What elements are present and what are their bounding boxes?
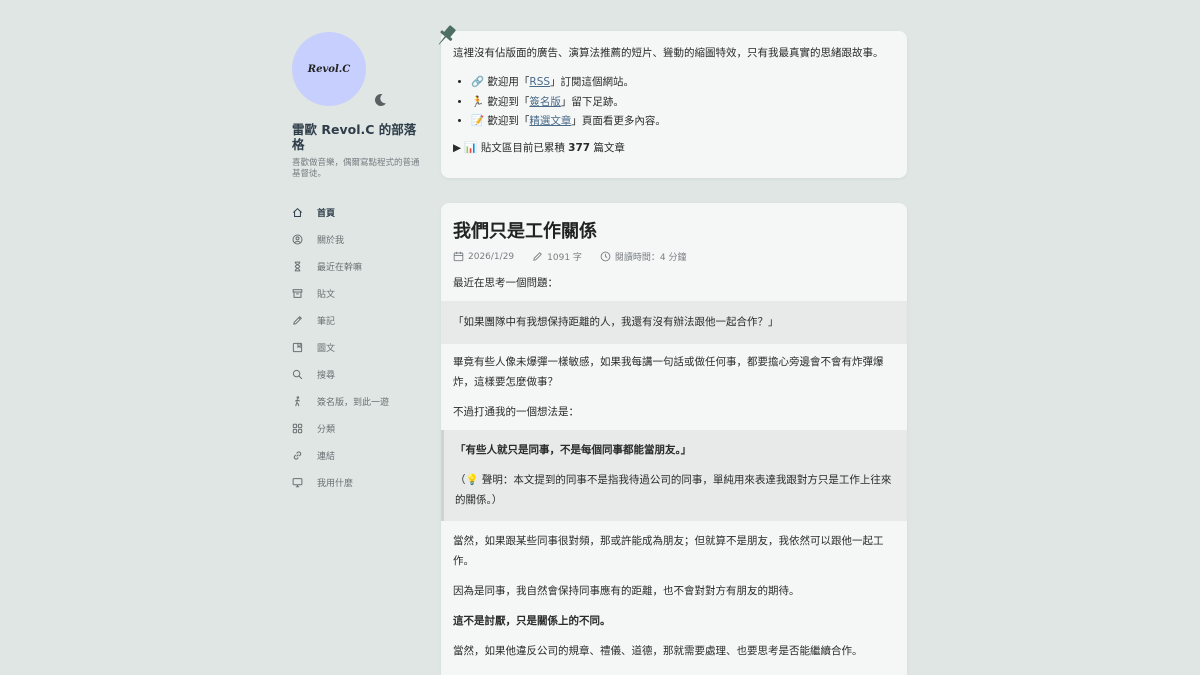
featured-link[interactable]: 精選文章: [529, 115, 571, 127]
sidebar-item-links[interactable]: 連結: [292, 442, 422, 469]
sidebar-item-label: 筆記: [317, 317, 336, 327]
sidebar-item-home[interactable]: 首頁: [292, 199, 422, 226]
quote-text: 「如果團隊中有我想保持距離的人，我還有沒有辦法跟他一起合作？」: [453, 316, 779, 328]
sidebar-item-search[interactable]: 搜尋: [292, 361, 422, 388]
summary-prefix: 📊 貼文區目前已累積: [464, 141, 569, 154]
sidebar-item-label: 分類: [317, 425, 336, 435]
list-item-text: 歡迎到「: [484, 95, 530, 108]
paragraph: 不過打通我的一個想法是：: [453, 406, 579, 418]
list-item: 🔗 歡迎用「RSS」訂閱這個網站。: [471, 73, 895, 93]
list-item: 🏃 歡迎到「簽名版」留下足跡。: [471, 93, 895, 113]
post-meta: 2026/1/29 1091 字 閱讀時間：4 分鐘: [441, 250, 907, 263]
sidebar-item-label: 關於我: [317, 236, 345, 246]
avatar-text: Revol.C: [307, 63, 351, 75]
sidebar-nav: 首頁 關於我 最近在幹嘛 貼文 筆記 圖文 搜尋 簽名版，到此一遊 分類 連結 …: [292, 199, 422, 496]
sidebar-item-now[interactable]: 最近在幹嘛: [292, 253, 422, 280]
sidebar-item-label: 搜尋: [317, 371, 336, 381]
sidebar-item-notes[interactable]: 筆記: [292, 307, 422, 334]
site-description: 喜歡做音樂，偶爾寫點程式的普通基督徒。: [292, 158, 420, 179]
search-icon: [292, 369, 303, 380]
pencil-icon: [533, 252, 543, 261]
link-icon: [293, 451, 302, 460]
rss-link[interactable]: RSS: [529, 76, 550, 88]
intro-card: 這裡沒有佔版面的廣告、演算法推薦的短片、聳動的縮圖特效，只有我最真實的思緒跟故事…: [438, 25, 907, 178]
sidebar-item-label: 簽名版，到此一遊: [317, 398, 390, 408]
clock-icon: [600, 251, 611, 262]
sidebar-item-gallery[interactable]: 圖文: [292, 334, 422, 361]
list-item: 📝 歡迎到「精選文章」頁面看更多內容。: [471, 112, 895, 132]
avatar[interactable]: Revol.C: [292, 32, 366, 106]
photo-icon: [292, 342, 303, 353]
memo-emoji-icon: 📝: [471, 115, 485, 127]
monitor-icon: [292, 478, 303, 488]
list-item-text: 」訂閱這個網站。: [550, 76, 635, 88]
sidebar: Revol.C 雷歐 Revol.C 的部落格 喜歡做音樂，偶爾寫點程式的普通基…: [292, 32, 422, 496]
intro-list: 🔗 歡迎用「RSS」訂閱這個網站。 🏃 歡迎到「簽名版」留下足跡。 📝 歡迎到「…: [453, 73, 895, 132]
post-word-count: 1091 字: [547, 253, 582, 263]
paragraph: 畢竟有些人像未爆彈一樣敏感，如果我每講一句話或做任何事，都要擔心旁邊會不會有炸彈…: [453, 356, 884, 388]
post-title[interactable]: 我們只是工作關係: [441, 219, 907, 245]
runner-emoji-icon: 🏃: [471, 95, 485, 108]
sidebar-item-label: 連結: [317, 452, 336, 462]
calendar-icon: [453, 251, 464, 262]
disclosure-triangle-icon: ▶: [453, 141, 465, 154]
paragraph: 因為是同事，我自然會保持同事應有的距離，也不會對對方有朋友的期待。: [453, 585, 800, 597]
link-emoji-icon: 🔗: [471, 76, 485, 88]
post-card: 我們只是工作關係 2026/1/29 1091 字 閱讀時間：4 分鐘 最近在思…: [441, 203, 907, 675]
walk-icon: [295, 396, 300, 407]
list-item-text: 」頁面看更多內容。: [571, 115, 666, 127]
post-count-summary[interactable]: ▶ 📊 貼文區目前已累積 377 篇文章: [453, 141, 895, 155]
sidebar-item-categories[interactable]: 分類: [292, 415, 422, 442]
quote-text: 「有些人就只是同事，不是每個同事都能當朋友。」: [455, 444, 692, 456]
sidebar-item-label: 圖文: [317, 344, 336, 354]
pin-icon: [438, 25, 456, 45]
sidebar-item-label: 貼文: [317, 290, 336, 300]
post-read-time: 閱讀時間：4 分鐘: [614, 253, 687, 263]
hourglass-icon: [294, 261, 301, 272]
user-circle-icon: [292, 234, 303, 245]
paragraph: 最近在思考一個問題：: [453, 277, 558, 289]
moon-icon[interactable]: [372, 92, 388, 108]
sidebar-item-about[interactable]: 關於我: [292, 226, 422, 253]
sidebar-item-guestbook[interactable]: 簽名版，到此一遊: [292, 388, 422, 415]
post-date: 2026/1/29: [468, 251, 515, 262]
sidebar-item-posts[interactable]: 貼文: [292, 280, 422, 307]
list-item-text: 歡迎用「: [484, 76, 530, 88]
blockquote: 「如果團隊中有我想保持距離的人，我還有沒有辦法跟他一起合作？」: [441, 301, 907, 344]
category-icon: [292, 423, 303, 434]
archive-icon: [292, 289, 303, 298]
paragraph: 當然，如果他違反公司的規章、禮儀、道德，那就需要處理、也要思考是否能繼續合作。: [453, 645, 863, 657]
post-body: 最近在思考一個問題： 「如果團隊中有我想保持距離的人，我還有沒有辦法跟他一起合作…: [441, 273, 907, 661]
sidebar-item-label: 首頁: [317, 209, 336, 219]
sidebar-item-uses[interactable]: 我用什麼: [292, 469, 422, 496]
home-icon: [293, 207, 302, 217]
paragraph: 當然，如果跟某些同事很對頻，那或許能成為朋友；但就算不是朋友，我依然可以跟他一起…: [453, 535, 884, 567]
list-item-text: 」留下足跡。: [560, 95, 624, 108]
guestbook-link[interactable]: 簽名版: [529, 96, 561, 108]
list-item-text: 歡迎到「: [484, 115, 530, 127]
blockquote: 「有些人就只是同事，不是每個同事都能當朋友。」 （💡 聲明：本文提到的同事不是指…: [441, 430, 907, 521]
paragraph: 這不是討厭，只是關係上的不同。: [453, 615, 611, 627]
site-title[interactable]: 雷歐 Revol.C 的部落格: [292, 122, 422, 152]
pencil-icon: [293, 316, 302, 325]
intro-text: 這裡沒有佔版面的廣告、演算法推薦的短片、聳動的縮圖特效，只有我最真實的思緒跟故事…: [453, 47, 884, 59]
sidebar-item-label: 最近在幹嘛: [317, 263, 363, 273]
quote-note: （💡 聲明：本文提到的同事不是指我待過公司的同事，單純用來表達我跟對方只是工作上…: [455, 474, 892, 506]
post-count: 377: [568, 141, 591, 154]
summary-suffix: 篇文章: [590, 141, 625, 154]
sidebar-item-label: 我用什麼: [317, 479, 354, 489]
